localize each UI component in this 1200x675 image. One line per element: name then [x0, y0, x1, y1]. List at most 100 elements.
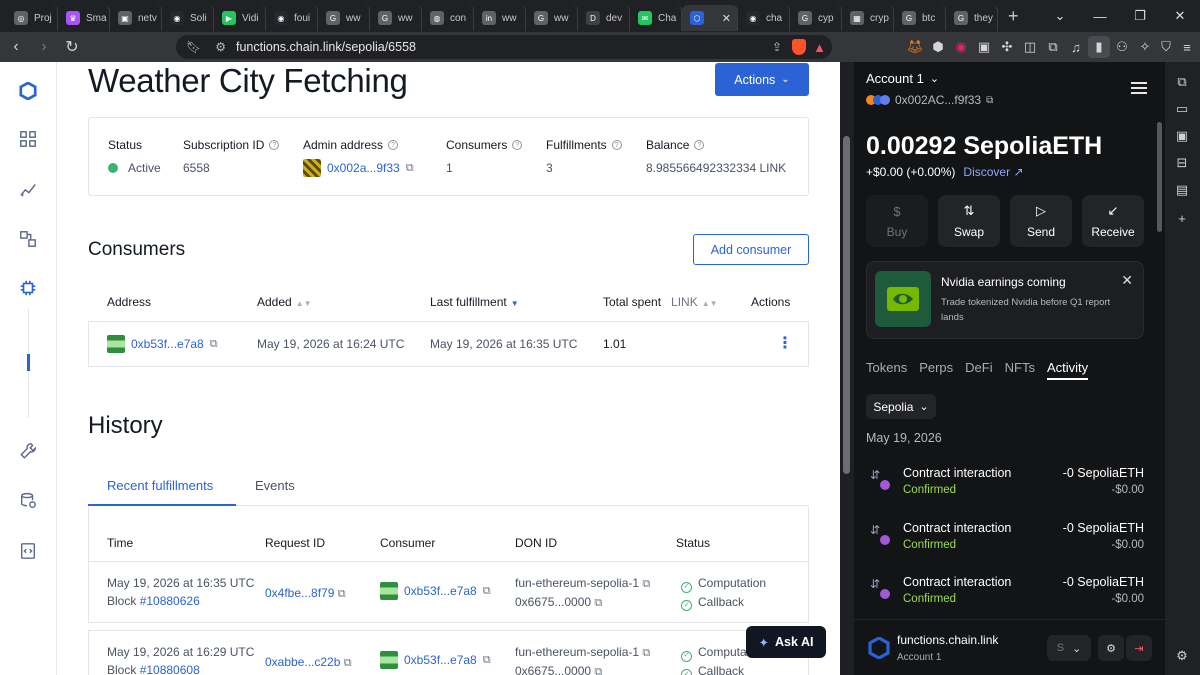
address-bar[interactable]: 🔖︎ ⚙ functions.chain.link/sepolia/6558 ⇪…	[176, 35, 832, 59]
consumer-address-link[interactable]: 0xb53f...e7a8	[404, 651, 477, 669]
col-total-spent[interactable]: Total spent LINK ▲▼	[603, 295, 718, 309]
site-settings-button[interactable]: ⚙	[1098, 635, 1124, 661]
panel-icon[interactable]: ▮	[1088, 36, 1110, 58]
consumer-address-link[interactable]: 0xb53f...e7a8	[404, 582, 477, 600]
close-icon[interactable]: ✕	[1121, 272, 1133, 289]
block-link[interactable]: #10880608	[140, 663, 200, 675]
analytics-icon[interactable]	[17, 178, 39, 200]
media-icon[interactable]: ♫	[1065, 36, 1087, 58]
copy-icon[interactable]: ⧉	[483, 651, 491, 669]
help-icon[interactable]: ?	[269, 140, 280, 150]
dashboard-icon[interactable]	[17, 128, 39, 150]
brave-shield-icon[interactable]	[792, 39, 806, 55]
hamburger-menu-icon[interactable]	[1131, 82, 1147, 97]
list-item[interactable]: ⇵ Contract interaction Confirmed -0 Sepo…	[866, 519, 1146, 559]
tab-perps[interactable]: Perps	[919, 360, 953, 380]
browser-tab[interactable]: ▦ cryp	[842, 5, 894, 31]
sidebar-bookmarks-icon[interactable]: ⊟	[1174, 155, 1190, 171]
browser-tab[interactable]: ✉ Cha	[630, 5, 682, 31]
sidebar-tabs-icon[interactable]: ⧉	[1174, 74, 1190, 90]
buy-button[interactable]: $ Buy	[866, 195, 928, 247]
back-button[interactable]: ‹	[4, 35, 28, 59]
list-item[interactable]: ⇵ Contract interaction Confirmed -0 Sepo…	[866, 573, 1146, 613]
tab-search-icon[interactable]: ⌄	[1040, 0, 1080, 32]
tab-defi[interactable]: DeFi	[965, 360, 992, 380]
copy-icon[interactable]: ⧉	[642, 578, 650, 590]
copy-icon[interactable]: ⧉	[986, 95, 993, 106]
browser-tab[interactable]: ◎ Proj	[6, 5, 58, 31]
browser-tab[interactable]: ♛ Sma	[58, 5, 110, 31]
receive-button[interactable]: ↙ Receive	[1082, 195, 1144, 247]
functions-chip-icon[interactable]	[17, 277, 39, 299]
send-button[interactable]: ▷ Send	[1010, 195, 1072, 247]
copy-icon[interactable]: ⧉	[344, 657, 352, 669]
wallet-address[interactable]: 0x002AC...f9f33 ⧉	[866, 93, 993, 107]
browser-tab[interactable]: Gcyp	[790, 5, 842, 31]
extension-fox-icon[interactable]: 🦊︎	[904, 36, 926, 58]
restore-button[interactable]: ❐	[1120, 0, 1160, 32]
browser-tab[interactable]: Gww	[318, 5, 370, 31]
copy-icon[interactable]: ⧉	[483, 582, 491, 600]
list-item[interactable]: ⇵ Contract interaction Confirmed -0 Sepo…	[866, 464, 1146, 504]
extensions-puzzle-icon[interactable]: ✣	[996, 36, 1018, 58]
brave-rewards-icon[interactable]: ▲	[813, 40, 826, 55]
sidebar-settings-icon[interactable]: ⚙	[1174, 648, 1190, 664]
browser-tab[interactable]: ◉ Soli	[162, 5, 214, 31]
bookmark-icon[interactable]: 🔖︎	[186, 40, 201, 54]
copy-icon[interactable]: ⧉	[642, 647, 650, 659]
extension-cube-icon[interactable]: ⬢	[927, 36, 949, 58]
wallet-scrollbar[interactable]	[1157, 122, 1162, 232]
reload-button[interactable]: ↻	[60, 35, 84, 59]
extension-square-icon[interactable]: ▣	[973, 36, 995, 58]
disconnect-button[interactable]: ⇥	[1126, 635, 1152, 661]
col-added[interactable]: Added ▲▼	[257, 295, 312, 309]
add-consumer-button[interactable]: Add consumer	[693, 234, 809, 265]
browser-tab[interactable]: Gbtc	[894, 5, 946, 31]
swap-button[interactable]: ⇅ Swap	[938, 195, 1000, 247]
copy-icon[interactable]: ⧉	[594, 597, 602, 609]
request-id-link[interactable]: 0xabbe...c22b	[265, 655, 340, 669]
browser-tab[interactable]: ▶ Vidi	[214, 5, 266, 31]
browser-tab[interactable]: ◉ foui	[266, 5, 318, 31]
browser-tab[interactable]: ▣ netv	[110, 5, 162, 31]
automation-icon[interactable]	[17, 228, 39, 250]
forward-button[interactable]: ›	[32, 35, 56, 59]
network-filter-select[interactable]: Sepolia ⌄	[866, 394, 936, 419]
tools-wrench-icon[interactable]	[17, 440, 39, 462]
scrollbar-thumb[interactable]	[843, 136, 850, 474]
row-more-icon[interactable]: ⋮	[777, 333, 793, 353]
copy-icon[interactable]: ⧉	[594, 666, 602, 675]
vpn-shield-icon[interactable]: ⛉	[1155, 36, 1177, 58]
extension-red-icon[interactable]: ◉	[950, 36, 972, 58]
sidebar-history-icon[interactable]: ▤	[1174, 182, 1190, 198]
code-file-icon[interactable]	[17, 540, 39, 562]
ask-ai-button[interactable]: ✦ Ask AI	[746, 626, 826, 658]
network-select[interactable]: S ⌄	[1047, 635, 1091, 661]
browser-tab[interactable]: ⬡ ✕	[682, 5, 738, 31]
copy-icon[interactable]: ⧉	[210, 338, 218, 351]
copy-icon[interactable]: ⧉	[338, 588, 346, 600]
actions-dropdown-button[interactable]: Actions ⌄	[715, 63, 809, 96]
browser-tab[interactable]: ◍ con	[422, 5, 474, 31]
browser-menu-icon[interactable]: ≡	[1176, 36, 1198, 58]
tab-activity[interactable]: Activity	[1046, 360, 1089, 380]
close-tab-icon[interactable]: ✕	[722, 12, 731, 25]
profile-icon[interactable]: ⚇	[1111, 36, 1133, 58]
sidebar-toggle-icon[interactable]: ◫	[1019, 36, 1041, 58]
help-icon[interactable]: ?	[611, 140, 622, 150]
chainlink-logo-icon[interactable]	[17, 80, 39, 102]
browser-tab[interactable]: in ww	[474, 5, 526, 31]
request-id-link[interactable]: 0x4fbe...8f79	[265, 586, 334, 600]
database-icon[interactable]	[17, 490, 39, 512]
close-window-button[interactable]: ✕	[1160, 0, 1200, 32]
share-icon[interactable]: ⇪	[772, 40, 782, 54]
block-link[interactable]: #10880626	[140, 594, 200, 608]
tab-nfts[interactable]: NFTs	[1005, 360, 1035, 380]
site-info-icon[interactable]: ⚙	[215, 40, 226, 54]
minimize-button[interactable]: —	[1080, 0, 1120, 32]
browser-tab[interactable]: Gww	[526, 5, 578, 31]
page-scrollbar[interactable]	[840, 62, 854, 675]
tab-tokens[interactable]: Tokens	[866, 360, 907, 380]
tab-recent-fulfillments[interactable]: Recent fulfillments	[107, 478, 213, 493]
ai-sparkle-icon[interactable]: ✧	[1134, 36, 1156, 58]
